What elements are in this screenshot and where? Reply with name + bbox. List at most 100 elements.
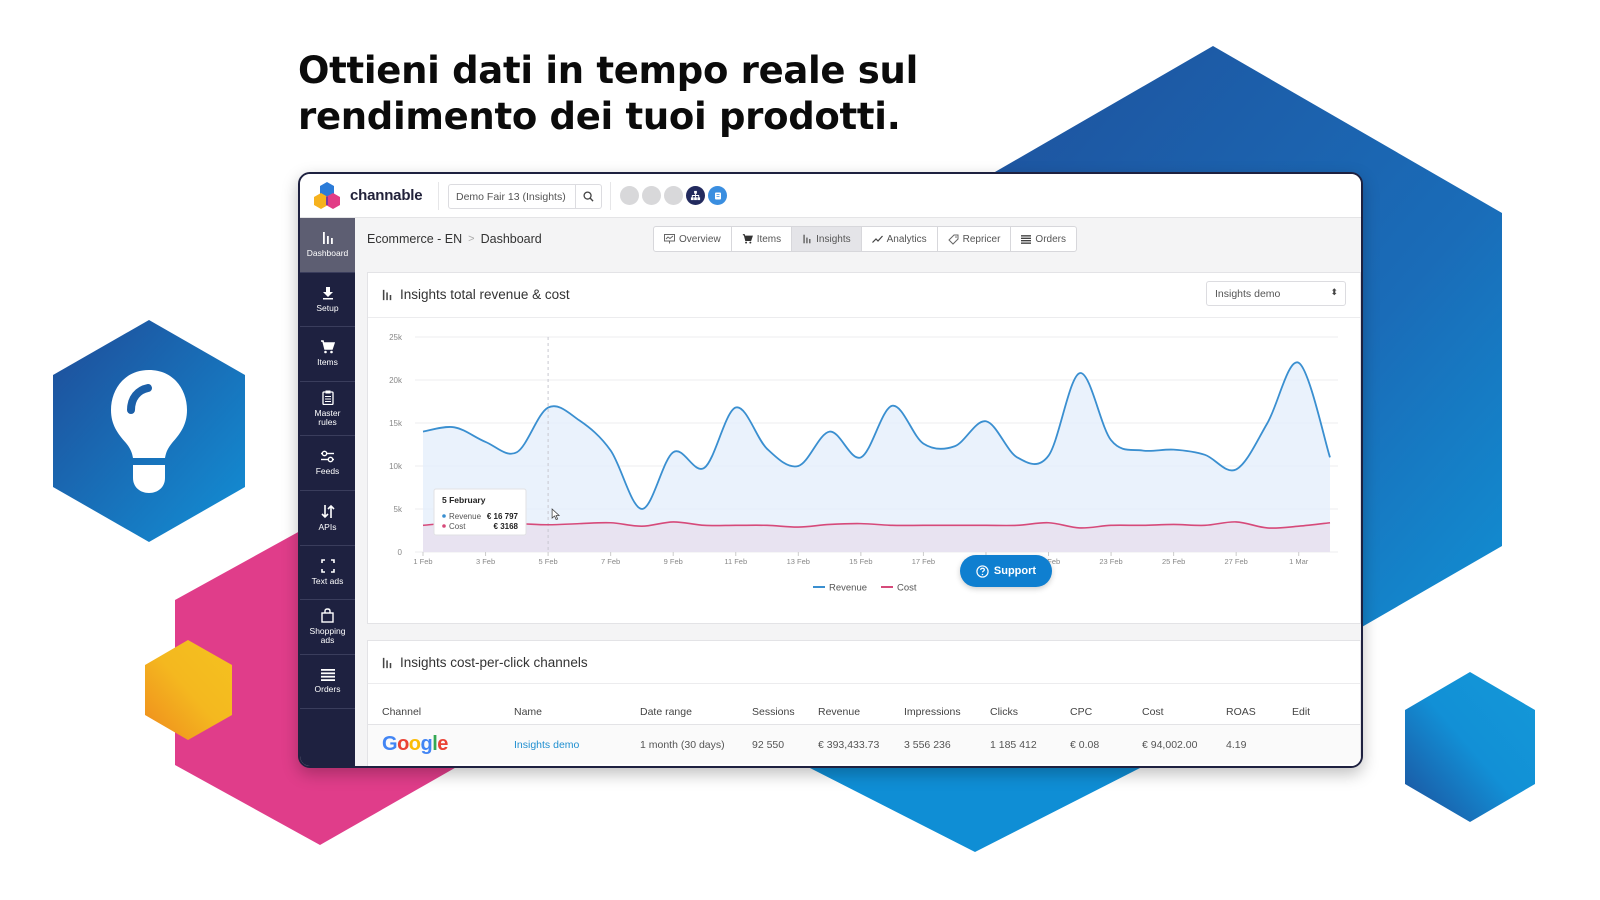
- channel-cell: Google: [368, 724, 500, 764]
- sidebar-item-master-rules[interactable]: Master rules: [300, 382, 355, 437]
- sidebar-item-items[interactable]: Items: [300, 327, 355, 382]
- clicks-cell: 1 185 412: [976, 724, 1056, 764]
- tab-repricer[interactable]: Repricer: [938, 227, 1012, 251]
- tab-label: Orders: [1035, 233, 1066, 245]
- sidebar-item-label: Items: [317, 357, 338, 368]
- bar-chart-icon: [382, 289, 392, 300]
- tab-label: Analytics: [886, 233, 927, 245]
- channable-logo-icon: [314, 182, 340, 209]
- x-tick-label: 5 Feb: [539, 557, 558, 566]
- column-header[interactable]: Impressions: [890, 699, 976, 725]
- sidebar-item-label: Dashboard: [306, 248, 349, 259]
- avatar[interactable]: [664, 186, 683, 205]
- divider: [368, 317, 1360, 318]
- chart-tooltip: 5 February Revenue € 16 797 Cost € 3168: [433, 488, 527, 536]
- search-icon: [583, 191, 594, 202]
- blue-cube: [1405, 672, 1535, 822]
- sidebar-item-feeds[interactable]: Feeds: [300, 436, 355, 491]
- organization-button[interactable]: [686, 186, 705, 205]
- tab-orders[interactable]: Orders: [1011, 227, 1076, 251]
- column-header[interactable]: Sessions: [738, 699, 804, 725]
- tab-label: Overview: [679, 233, 721, 245]
- y-tick-label: 25k: [389, 333, 403, 342]
- y-axis-ticks: 0 5k 10k 15k 20k 25k: [389, 333, 403, 557]
- sidebar-item-setup[interactable]: Setup: [300, 273, 355, 328]
- documentation-button[interactable]: [708, 186, 727, 205]
- y-tick-label: 0: [398, 548, 403, 557]
- sidebar-item-label: Orders: [314, 684, 341, 695]
- table-header-row: Channel Name Date range Sessions Revenue…: [368, 699, 1360, 725]
- column-header[interactable]: Name: [500, 699, 626, 725]
- avatar[interactable]: [620, 186, 639, 205]
- logo-text: channable: [350, 186, 423, 204]
- tab-items[interactable]: Items: [732, 227, 793, 251]
- edit-cell[interactable]: [1278, 724, 1360, 764]
- sidebar-item-label: Master rules: [314, 408, 341, 428]
- x-tick-label: 7 Feb: [601, 557, 620, 566]
- channel-name-link[interactable]: Insights demo: [514, 739, 579, 751]
- column-header[interactable]: Cost: [1128, 699, 1212, 725]
- divider: [438, 182, 439, 210]
- divider: [610, 182, 611, 210]
- project-search[interactable]: Demo Fair 13 (Insights): [448, 184, 602, 209]
- stage: Ottieni dati in tempo reale sul rendimen…: [0, 0, 1600, 900]
- cart-icon: [321, 340, 335, 354]
- roas-cell: 4.19: [1212, 724, 1278, 764]
- column-header[interactable]: Revenue: [804, 699, 890, 725]
- date-range-cell: 1 month (30 days): [626, 724, 738, 764]
- bar-chart-icon: [322, 232, 333, 245]
- column-header[interactable]: Channel: [368, 699, 500, 725]
- sidebar-item-shopping-ads[interactable]: Shopping ads: [300, 600, 355, 655]
- tab-analytics[interactable]: Analytics: [862, 227, 938, 251]
- column-header[interactable]: Clicks: [976, 699, 1056, 725]
- breadcrumb-project[interactable]: Ecommerce - EN: [367, 232, 462, 246]
- column-header[interactable]: ROAS: [1212, 699, 1278, 725]
- sidebar-item-label: Setup: [316, 302, 339, 313]
- table-row: Google Insights demo 1 month (30 days) 9…: [368, 724, 1360, 764]
- headline-line-1: Ottieni dati in tempo reale sul: [298, 49, 918, 92]
- sidebar-item-orders[interactable]: Orders: [300, 655, 355, 710]
- x-tick-label: 1 Feb: [413, 557, 432, 566]
- revenue-cell: € 393,433.73: [804, 724, 890, 764]
- sidebar-item-dashboard[interactable]: Dashboard: [300, 218, 355, 273]
- x-tick-label: 11 Feb: [724, 557, 747, 566]
- google-shopping-logo: Google: [382, 733, 448, 755]
- tooltip-cost-dot: [442, 524, 446, 528]
- tooltip-revenue-label: Revenue: [449, 512, 482, 521]
- divider: [368, 683, 1360, 684]
- support-label: Support: [993, 565, 1037, 577]
- breadcrumb: Ecommerce - EN > Dashboard: [367, 232, 542, 246]
- list-icon: [1021, 234, 1032, 244]
- download-icon: [322, 286, 333, 300]
- org-chart-icon: [690, 190, 701, 201]
- revenue-area: [423, 362, 1330, 552]
- support-button[interactable]: Support: [960, 555, 1052, 587]
- x-tick-label: 27 Feb: [1224, 557, 1247, 566]
- x-tick-label: 9 Feb: [664, 557, 683, 566]
- app-window: channable Demo Fair 13 (Insights) Dashbo…: [298, 172, 1363, 768]
- project-search-value[interactable]: Demo Fair 13 (Insights): [449, 185, 575, 208]
- tag-icon: [947, 234, 959, 245]
- sidebar-item-text-ads[interactable]: Text ads: [300, 546, 355, 601]
- tab-overview[interactable]: Overview: [654, 227, 732, 251]
- user-avatars: [620, 186, 727, 205]
- x-tick-label: 3 Feb: [476, 557, 495, 566]
- channable-logo[interactable]: channable: [312, 180, 423, 210]
- name-cell[interactable]: Insights demo: [500, 724, 626, 764]
- tab-insights[interactable]: Insights: [792, 227, 862, 251]
- frame-icon: [320, 559, 335, 573]
- card-title: Insights total revenue & cost: [382, 287, 570, 302]
- column-header[interactable]: CPC: [1056, 699, 1128, 725]
- sliders-icon: [321, 450, 334, 463]
- swap-vertical-icon: [320, 504, 335, 518]
- card-title: Insights cost-per-click channels: [382, 655, 588, 670]
- search-button[interactable]: [575, 185, 601, 208]
- avatar[interactable]: [642, 186, 661, 205]
- sidebar-item-apis[interactable]: APIs: [300, 491, 355, 546]
- column-header[interactable]: Date range: [626, 699, 738, 725]
- tooltip-revenue-value: € 16 797: [487, 512, 519, 521]
- presentation-icon: [664, 234, 675, 244]
- insights-select[interactable]: Insights demo ⬍: [1206, 281, 1346, 306]
- tooltip-date: 5 February: [442, 495, 486, 505]
- help-circle-icon: [976, 564, 989, 578]
